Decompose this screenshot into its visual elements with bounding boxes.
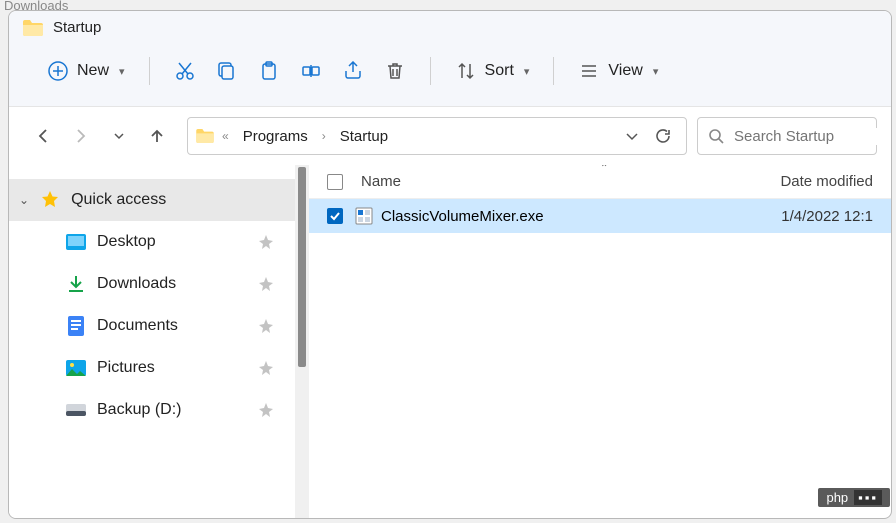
- search-input[interactable]: [734, 128, 892, 145]
- search-icon: [708, 128, 724, 144]
- separator: [430, 57, 431, 85]
- view-button[interactable]: View ▾: [568, 54, 668, 88]
- breadcrumb-startup[interactable]: Startup: [334, 124, 394, 149]
- pin-icon: [259, 235, 273, 249]
- file-list: ⌃ Name Date modified ClassicVolumeMixer.…: [309, 165, 891, 518]
- sort-icon: [455, 60, 477, 82]
- separator: [149, 57, 150, 85]
- sidebar-item-label: Pictures: [97, 359, 155, 377]
- paste-button[interactable]: [248, 54, 290, 88]
- view-label: View: [608, 62, 642, 80]
- folder-icon: [196, 129, 214, 143]
- copy-icon: [216, 60, 238, 82]
- sidebar-item-documents[interactable]: Documents: [9, 305, 309, 347]
- star-icon: [39, 189, 61, 211]
- chevron-down-icon: ▾: [119, 65, 125, 78]
- up-button[interactable]: [147, 126, 167, 146]
- trash-icon: [384, 60, 406, 82]
- sort-indicator-icon: ⌃: [600, 165, 608, 174]
- chevron-right-icon: ›: [320, 129, 328, 143]
- recent-button[interactable]: [109, 126, 129, 146]
- sidebar-item-label: Backup (D:): [97, 401, 181, 419]
- row-checkbox[interactable]: [327, 208, 343, 224]
- explorer-window: Startup New ▾: [8, 10, 892, 519]
- pin-icon: [259, 277, 273, 291]
- sidebar-item-desktop[interactable]: Desktop: [9, 221, 309, 263]
- chevron-down-icon[interactable]: [624, 128, 640, 144]
- pictures-icon: [65, 357, 87, 379]
- separator: [553, 57, 554, 85]
- rename-button[interactable]: [290, 54, 332, 88]
- window-title: Startup: [53, 19, 101, 36]
- sidebar-quick-access[interactable]: ⌄ Quick access: [9, 179, 309, 221]
- file-row[interactable]: ClassicVolumeMixer.exe 1/4/2022 12:1: [309, 199, 891, 233]
- cut-button[interactable]: [164, 54, 206, 88]
- folder-icon: [23, 20, 43, 36]
- file-name: ClassicVolumeMixer.exe: [381, 208, 544, 225]
- plus-circle-icon: [47, 60, 69, 82]
- sidebar-scrollbar[interactable]: [295, 165, 309, 518]
- new-label: New: [77, 62, 109, 80]
- desktop-icon: [65, 231, 87, 253]
- chevron-down-icon: ▾: [524, 65, 530, 78]
- sidebar-item-pictures[interactable]: Pictures: [9, 347, 309, 389]
- pin-icon: [259, 361, 273, 375]
- pin-icon: [259, 403, 273, 417]
- main-area: ⌄ Quick access Desktop Downloads Documen…: [9, 165, 891, 518]
- sidebar: ⌄ Quick access Desktop Downloads Documen…: [9, 165, 309, 518]
- share-button[interactable]: [332, 54, 374, 88]
- breadcrumb-programs[interactable]: Programs: [237, 124, 314, 149]
- exe-icon: [355, 207, 373, 225]
- scissors-icon: [174, 60, 196, 82]
- nav-buttons: [23, 126, 177, 146]
- view-icon: [578, 60, 600, 82]
- sidebar-item-label: Desktop: [97, 233, 156, 251]
- column-name[interactable]: Name: [361, 173, 780, 190]
- sidebar-item-backup[interactable]: Backup (D:): [9, 389, 309, 431]
- rename-icon: [300, 60, 322, 82]
- toolbar: New ▾: [9, 44, 891, 107]
- clipboard-icon: [258, 60, 280, 82]
- column-header[interactable]: ⌃ Name Date modified: [309, 165, 891, 199]
- forward-button[interactable]: [71, 126, 91, 146]
- file-date: 1/4/2022 12:1: [781, 208, 873, 225]
- address-bar[interactable]: « Programs › Startup: [187, 117, 687, 155]
- back-button[interactable]: [33, 126, 53, 146]
- delete-button[interactable]: [374, 54, 416, 88]
- document-icon: [65, 315, 87, 337]
- chevron-down-icon: ▾: [653, 65, 659, 78]
- chevron-left-icon: «: [220, 129, 231, 143]
- sidebar-item-label: Documents: [97, 317, 178, 335]
- new-button[interactable]: New ▾: [37, 54, 135, 88]
- watermark: php▪▪▪: [818, 488, 890, 507]
- drive-icon: [65, 399, 87, 421]
- copy-button[interactable]: [206, 54, 248, 88]
- refresh-button[interactable]: [654, 127, 672, 145]
- chevron-down-icon: ⌄: [19, 193, 29, 207]
- pin-icon: [259, 319, 273, 333]
- sort-label: Sort: [485, 62, 514, 80]
- column-date[interactable]: Date modified: [780, 173, 873, 190]
- sidebar-item-downloads[interactable]: Downloads: [9, 263, 309, 305]
- download-icon: [65, 273, 87, 295]
- share-icon: [342, 60, 364, 82]
- sidebar-item-label: Quick access: [71, 191, 166, 209]
- search-box[interactable]: [697, 117, 877, 155]
- sidebar-item-label: Downloads: [97, 275, 176, 293]
- navigation-row: « Programs › Startup: [9, 107, 891, 165]
- titlebar: Startup: [9, 11, 891, 44]
- select-all-checkbox[interactable]: [327, 174, 343, 190]
- sort-button[interactable]: Sort ▾: [445, 54, 540, 88]
